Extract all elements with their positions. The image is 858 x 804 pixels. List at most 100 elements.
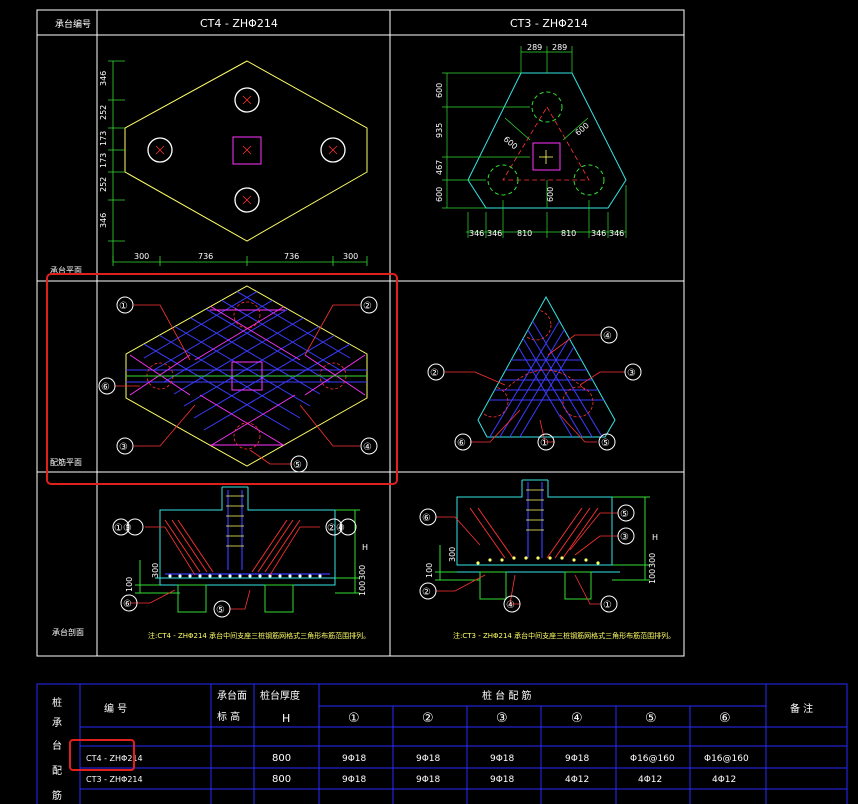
ct3-dim-diag-1: 600 — [574, 121, 591, 138]
table-header-code: 编 号 — [104, 702, 127, 715]
ct4-dim-bottom-2: 736 — [284, 252, 299, 261]
table-rebar-col-4: ④ — [571, 711, 583, 726]
table-side-label-4: 筋 — [52, 789, 62, 802]
ct3-section-marker-4: ④ — [506, 600, 515, 611]
ct3-dim-center: 600 — [546, 187, 555, 202]
header-col2: CT3 - ZHΦ214 — [510, 17, 588, 30]
ct3-marker-2: ② — [430, 368, 439, 379]
ct4-section-h: H — [362, 543, 368, 552]
table-cell-rebar-4: 4Φ12 — [565, 775, 589, 785]
ct3-dim-top-1: 289 — [552, 43, 567, 52]
ct4-dim-left-4: 252 — [99, 177, 108, 192]
ct3-section-view: ⑥ ⑤ ③ ② ④ ① H 300 100 300 100 注:CT3 - ZH… — [419, 479, 675, 640]
ct3-section-marker-3: ③ — [620, 532, 629, 543]
table-cell-rebar-5: Φ16@160 — [630, 754, 675, 764]
ct4-rebar-plan: ① ② ③ ④ ⑤ ⑥ — [98, 285, 378, 473]
ct3-section-marker-5: ⑤ — [620, 509, 629, 520]
row-label-section: 承台剖面 — [52, 627, 84, 637]
ct3-dim-bottom-4: 346 — [591, 229, 606, 238]
ct4-dim-bottom-1: 736 — [198, 252, 213, 261]
ct3-dim-bottom-1: 346 — [487, 229, 502, 238]
table-header-elev-1: 承台面 — [217, 689, 247, 702]
ct4-section-300-left: 300 — [151, 563, 160, 578]
ct4-dim-left-2: 173 — [99, 131, 108, 146]
table-cell-code: CT3 - ZHΦ214 — [86, 775, 143, 784]
table-cell-rebar-5: 4Φ12 — [638, 775, 662, 785]
ct3-dim-left-3: 600 — [435, 187, 444, 202]
table-cell-rebar-3: 9Φ18 — [490, 775, 515, 785]
table-header-thickness-unit: H — [282, 712, 290, 725]
ct3-marker-1: ① — [540, 438, 549, 449]
ct4-dim-left-5: 346 — [99, 213, 108, 228]
ct3-marker-5: ⑤ — [601, 438, 610, 449]
ct3-marker-3: ③ — [627, 368, 636, 379]
table-rebar-col-1: ① — [348, 711, 360, 726]
ct4-dim-bottom-0: 300 — [134, 252, 149, 261]
ct3-dim-left-1: 935 — [435, 123, 444, 138]
table-header-remarks: 备 注 — [790, 702, 813, 715]
ct4-marker-4: ④ — [363, 442, 372, 453]
table-rebar-col-6: ⑥ — [719, 711, 731, 726]
ct3-section-marker-2: ② — [422, 587, 431, 598]
table-header-thickness: 桩台厚度 — [260, 689, 300, 702]
ct3-section-h: H — [652, 533, 658, 542]
ct3-rebar-plan: ④ ② ③ ⑥ ① ⑤ — [427, 295, 642, 451]
ct4-section-marker-6: ⑥ — [123, 599, 132, 610]
ct4-dim-left-0: 346 — [99, 71, 108, 86]
ct3-section-100: 100 — [648, 569, 657, 584]
ct4-marker-3: ③ — [119, 442, 128, 453]
ct3-column — [532, 142, 561, 171]
ct3-section-300-left: 300 — [448, 547, 457, 562]
ct3-dim-bottom-3: 810 — [561, 229, 576, 238]
ct4-section-100: 100 — [358, 581, 367, 596]
table-cell-rebar-1: 9Φ18 — [342, 754, 367, 764]
ct3-note: 注:CT3 - ZHΦ214 承台中间支座三桩钢筋网格式三角形布筋范围排列。 — [453, 631, 675, 640]
table-cell-rebar-2: 9Φ18 — [416, 754, 441, 764]
table-cell-rebar-1: 9Φ18 — [342, 775, 367, 785]
ct4-section-right-markers: ②④ — [327, 523, 345, 534]
table-row: CT3 - ZHΦ214 800 9Φ18 9Φ18 9Φ18 4Φ12 4Φ1… — [86, 774, 736, 785]
ct4-plan-view: 346 252 173 173 252 346 300 736 736 300 — [99, 60, 368, 266]
table-cell-rebar-2: 9Φ18 — [416, 775, 441, 785]
ct3-dim-left-2: 467 — [435, 160, 444, 175]
ct4-section-100-left: 100 — [125, 577, 134, 592]
table-cell-rebar-3: 9Φ18 — [490, 754, 515, 764]
table-cell-rebar-4: 9Φ18 — [565, 754, 590, 764]
table-header-elev-2: 标 高 — [217, 710, 240, 723]
ct4-dim-left-3: 173 — [99, 153, 108, 168]
header-col1: CT4 - ZHΦ214 — [200, 17, 278, 30]
ct4-marker-5: ⑤ — [293, 460, 302, 471]
ct4-marker-1: ① — [119, 301, 128, 312]
table-header-rebar: 桩 台 配 筋 — [482, 689, 532, 702]
ct4-section-300: 300 — [358, 565, 367, 580]
ct4-note: 注:CT4 - ZHΦ214 承台中间支座三桩钢筋网格式三角形布筋范围排列。 — [148, 631, 370, 640]
ct3-dim-bottom-2: 810 — [517, 229, 532, 238]
ct4-dim-bottom-3: 300 — [343, 252, 358, 261]
ct3-marker-4: ④ — [603, 331, 612, 342]
table-row: CT4 - ZHΦ214 800 9Φ18 9Φ18 9Φ18 9Φ18 Φ16… — [86, 753, 749, 764]
ct4-dim-left-1: 252 — [99, 105, 108, 120]
ct3-dim-diag-0: 600 — [502, 135, 519, 152]
ct4-section-left-markers: ①③ — [114, 523, 132, 534]
ct3-plan-view: 289 289 600 935 467 600 600 600 600 346 … — [435, 43, 627, 238]
table-cell-rebar-6: Φ16@160 — [704, 754, 749, 764]
table-rebar-col-5: ⑤ — [645, 711, 657, 726]
ct3-marker-6: ⑥ — [457, 438, 466, 449]
table-side-label-3: 配 — [52, 765, 62, 777]
table-side-label-0: 桩 — [52, 696, 62, 709]
ct4-section-view: ①③ ②④ ⑥ ⑤ H 300 100 300 100 注:CT4 - ZHΦ2… — [112, 486, 370, 640]
rebar-schedule-table — [36, 683, 848, 804]
ct3-section-300: 300 — [648, 553, 657, 568]
ct3-section-marker-6: ⑥ — [422, 513, 431, 524]
ct3-dim-top-0: 289 — [527, 43, 542, 52]
ct3-dim-bottom-0: 346 — [469, 229, 484, 238]
ct3-dim-bottom-5: 346 — [609, 229, 624, 238]
table-side-label-1: 承 — [52, 717, 62, 729]
ct4-marker-6: ⑥ — [101, 382, 110, 393]
ct3-section-100-left: 100 — [425, 563, 434, 578]
table-rebar-col-3: ③ — [496, 711, 508, 726]
ct3-dim-left-0: 600 — [435, 83, 444, 98]
table-cell-thickness: 800 — [272, 753, 291, 764]
ct3-section-marker-1: ① — [603, 600, 612, 611]
table-cell-thickness: 800 — [272, 774, 291, 785]
